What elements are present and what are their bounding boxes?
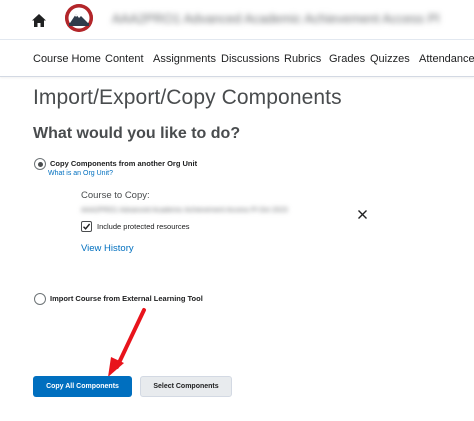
nav-content[interactable]: Content [105, 53, 144, 65]
org-unit-help-link[interactable]: What is an Org Unit? [48, 170, 113, 177]
nav-course-home[interactable]: Course Home [33, 53, 101, 65]
view-history-link[interactable]: View History [81, 243, 134, 254]
selected-course-value: AAA2PRO1 Advanced Academic Achievement A… [81, 207, 288, 214]
checkmark-icon [83, 223, 91, 230]
include-protected-checkbox[interactable] [81, 221, 92, 232]
import-course-label[interactable]: Import Course from External Learning Too… [50, 294, 203, 303]
nav-attendance[interactable]: Attendance [419, 53, 474, 65]
home-icon[interactable] [29, 10, 49, 30]
course-title[interactable]: AAA2PRO1 Advanced Academic Achievement A… [112, 11, 442, 27]
section-question: What would you like to do? [33, 125, 241, 142]
nav-assignments[interactable]: Assignments [153, 53, 216, 65]
include-protected-label: Include protected resources [97, 222, 190, 231]
copy-all-components-button[interactable]: Copy All Components [33, 376, 132, 397]
select-components-button[interactable]: Select Components [140, 376, 232, 397]
course-to-copy-label: Course to Copy: [81, 190, 150, 201]
nav-quizzes[interactable]: Quizzes [370, 53, 410, 65]
nav-grades[interactable]: Grades [329, 53, 365, 65]
copy-components-label[interactable]: Copy Components from another Org Unit [50, 159, 197, 168]
clear-course-icon[interactable] [357, 207, 368, 219]
import-course-radio[interactable] [34, 293, 46, 305]
annotation-arrow [108, 308, 146, 377]
nav-discussions[interactable]: Discussions [221, 53, 280, 65]
copy-components-radio[interactable] [34, 158, 46, 170]
radio-selected-dot [37, 161, 43, 167]
page-title: Import/Export/Copy Components [33, 86, 342, 109]
course-navbar: Course Home Content Assignments Discussi… [0, 40, 474, 77]
top-bar: AAA2PRO1 Advanced Academic Achievement A… [0, 0, 474, 40]
org-logo[interactable] [65, 4, 93, 32]
nav-rubrics[interactable]: Rubrics [284, 53, 321, 65]
